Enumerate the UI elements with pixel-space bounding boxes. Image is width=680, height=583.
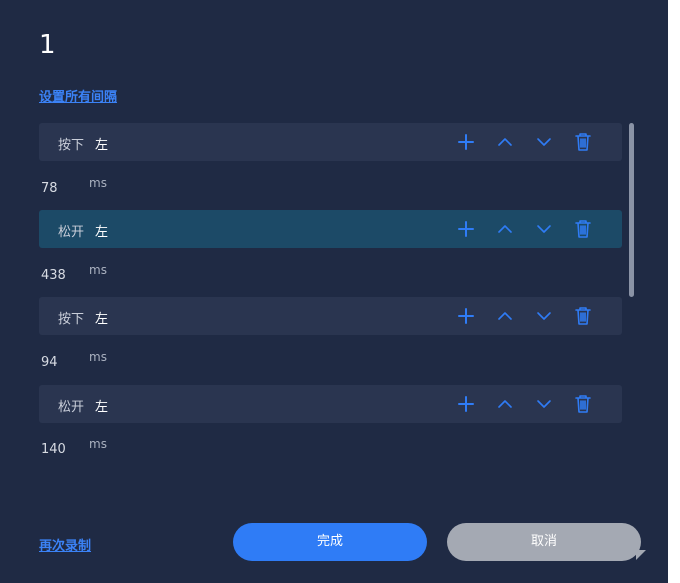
list-scrollbar[interactable] [629,123,634,297]
chevron-down-icon[interactable] [532,217,556,241]
delay-unit: ms [89,176,107,190]
set-all-intervals-link[interactable]: 设置所有间隔 [39,86,117,105]
chevron-up-icon[interactable] [493,217,517,241]
event-action-label: 按下 [58,138,85,153]
cancel-button[interactable]: 取消 [447,523,641,561]
delay-row[interactable]: 140 ms [39,434,622,463]
event-row[interactable]: 按下 左 [39,123,622,161]
trash-icon[interactable] [571,304,595,328]
done-button[interactable]: 完成 [233,523,427,561]
delay-unit: ms [89,437,107,451]
delay-value[interactable]: 140 [41,442,66,457]
plus-icon[interactable] [454,130,478,154]
cancel-button-tail [636,550,646,560]
chevron-down-icon[interactable] [532,304,556,328]
event-key-label: 左 [95,225,109,240]
delay-value[interactable]: 94 [41,355,58,370]
delay-row[interactable]: 94 ms [39,347,622,377]
event-row[interactable]: 松开 左 [39,385,622,423]
event-row-selected[interactable]: 松开 左 [39,210,622,248]
macro-edit-dialog: 1 设置所有间隔 按下 左 78 ms 松开 左 438 ms 按下 左 94 … [0,0,668,583]
plus-icon[interactable] [454,392,478,416]
event-key-label: 左 [95,400,109,415]
event-action-label: 按下 [58,312,85,327]
window-edge [668,0,680,583]
delay-value[interactable]: 78 [41,181,58,196]
chevron-up-icon[interactable] [493,304,517,328]
chevron-down-icon[interactable] [532,392,556,416]
delay-unit: ms [89,350,107,364]
event-key-label: 左 [95,138,109,153]
rerecord-link[interactable]: 再次录制 [39,535,91,554]
chevron-up-icon[interactable] [493,392,517,416]
trash-icon[interactable] [571,392,595,416]
plus-icon[interactable] [454,217,478,241]
chevron-up-icon[interactable] [493,130,517,154]
plus-icon[interactable] [454,304,478,328]
delay-value[interactable]: 438 [41,268,66,283]
event-key-label: 左 [95,312,109,327]
delay-row[interactable]: 438 ms [39,260,622,290]
event-list: 按下 左 78 ms 松开 左 438 ms 按下 左 94 ms 松开 左 1… [39,123,622,463]
trash-icon[interactable] [571,217,595,241]
event-action-label: 松开 [58,400,85,415]
chevron-down-icon[interactable] [532,130,556,154]
trash-icon[interactable] [571,130,595,154]
event-action-label: 松开 [58,225,85,240]
dialog-title: 1 [39,30,56,60]
delay-unit: ms [89,263,107,277]
delay-row[interactable]: 78 ms [39,173,622,203]
event-row[interactable]: 按下 左 [39,297,622,335]
